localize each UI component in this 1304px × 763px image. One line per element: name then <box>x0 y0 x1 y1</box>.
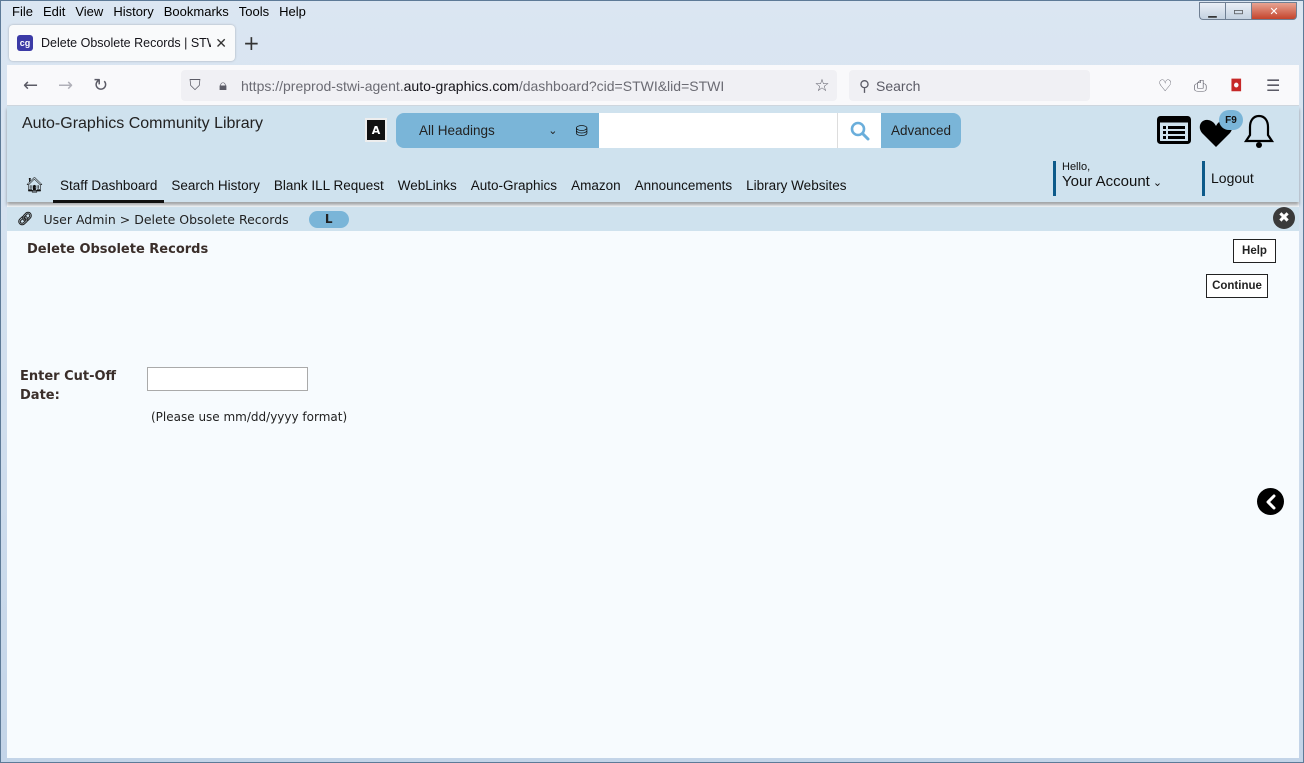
search-scope-value: All Headings <box>419 123 495 138</box>
library-name: Auto-Graphics Community Library <box>22 115 263 132</box>
list-icon[interactable] <box>1157 116 1191 144</box>
magnifier-icon <box>850 121 869 140</box>
main-nav: 🏠︎ Staff Dashboard Search History Blank … <box>23 168 853 203</box>
bell-icon[interactable] <box>1243 114 1275 150</box>
menu-history[interactable]: History <box>108 3 158 21</box>
chevron-left-icon <box>1266 494 1275 509</box>
chevron-down-icon: ⌄ <box>1149 177 1163 189</box>
nav-amazon[interactable]: Amazon <box>564 168 628 202</box>
continue-button[interactable]: Continue <box>1206 274 1268 298</box>
tab-strip: cg Delete Obsolete Records | STWI ✕ + <box>7 25 1299 63</box>
breadcrumb: 🔗︎ User Admin > Delete Obsolete Records … <box>7 207 1299 231</box>
hamburger-menu-icon[interactable]: ☰ <box>1266 76 1280 95</box>
page-title: Delete Obsolete Records <box>27 242 209 257</box>
window-close-button[interactable]: ✕ <box>1251 2 1297 20</box>
url-text[interactable]: https://preprod-stwi-agent.auto-graphics… <box>241 78 807 94</box>
lock-icon[interactable]: 🔒︎ <box>209 77 237 94</box>
collapse-chevron-left-icon[interactable] <box>1257 488 1284 515</box>
url-bar[interactable]: ⛉ 🔒︎ https://preprod-stwi-agent.auto-gra… <box>181 70 837 101</box>
nav-staff-dashboard[interactable]: Staff Dashboard <box>53 168 165 203</box>
menu-tools[interactable]: Tools <box>234 3 274 21</box>
database-icon[interactable]: ⛁ <box>575 122 588 140</box>
search-submit-button[interactable] <box>837 113 881 148</box>
breadcrumb-text: User Admin > Delete Obsolete Records <box>43 211 289 227</box>
maximize-button[interactable]: ▭ <box>1225 2 1251 20</box>
search-icon: ⚲ <box>859 77 870 95</box>
browser-toolbar: ← → ↻ ⛉ 🔒︎ https://preprod-stwi-agent.au… <box>7 65 1299 106</box>
search-scope-select[interactable]: All Headings ⌄ ⛁ <box>396 113 599 148</box>
date-format-hint: (Please use mm/dd/yyyy format) <box>151 410 348 424</box>
f9-badge: F9 <box>1219 110 1243 130</box>
menu-help[interactable]: Help <box>274 3 311 21</box>
browser-window: File Edit View History Bookmarks Tools H… <box>0 0 1304 763</box>
new-tab-icon[interactable]: + <box>243 31 260 55</box>
menu-bookmarks[interactable]: Bookmarks <box>159 3 234 21</box>
catalog-search-input[interactable] <box>599 113 837 148</box>
nav-search-history[interactable]: Search History <box>164 168 267 202</box>
url-path: /dashboard?cid=STWI&lid=STWI <box>518 77 725 94</box>
account-menu[interactable]: Hello, Your Account ⌄ <box>1053 161 1162 196</box>
nav-library-websites[interactable]: Library Websites <box>739 168 853 202</box>
menu-bar: File Edit View History Bookmarks Tools H… <box>7 3 311 21</box>
nav-announcements[interactable]: Announcements <box>628 168 740 202</box>
nav-blank-ill-request[interactable]: Blank ILL Request <box>267 168 391 202</box>
menu-file[interactable]: File <box>7 3 38 21</box>
level-badge[interactable]: L <box>308 210 349 228</box>
cutoff-date-input[interactable] <box>147 367 308 391</box>
print-icon[interactable]: ⎙ <box>1194 76 1207 96</box>
tab-title: Delete Obsolete Records | STWI <box>41 36 212 50</box>
minimize-icon: ▁ <box>1208 4 1217 18</box>
tab-close-icon[interactable]: ✕ <box>215 35 227 52</box>
account-label: Your Account <box>1062 173 1150 190</box>
browser-search-bar[interactable]: ⚲ Search <box>849 70 1090 101</box>
menu-view[interactable]: View <box>70 3 108 21</box>
minimize-button[interactable]: ▁ <box>1199 2 1225 20</box>
app-header: Auto-Graphics Community Library A All He… <box>7 106 1299 203</box>
url-domain: auto-graphics.com <box>403 77 519 94</box>
browser-search-placeholder: Search <box>876 77 921 94</box>
advanced-search-button[interactable]: Advanced <box>881 113 961 148</box>
catalog-search: All Headings ⌄ ⛁ Advanced <box>396 113 961 148</box>
pocket-icon[interactable]: ♡ <box>1158 76 1172 95</box>
account-greeting: Hello, <box>1062 161 1091 173</box>
help-button[interactable]: Help <box>1233 239 1276 263</box>
browser-tab[interactable]: cg Delete Obsolete Records | STWI ✕ <box>9 25 235 61</box>
nav-weblinks[interactable]: WebLinks <box>391 168 464 202</box>
close-icon: ✕ <box>1269 4 1279 18</box>
bookmark-star-icon[interactable]: ☆ <box>807 76 837 96</box>
nav-auto-graphics[interactable]: Auto-Graphics <box>464 168 564 202</box>
chevron-down-icon: ⌄ <box>548 125 558 137</box>
back-arrow-icon[interactable]: ← <box>23 75 38 96</box>
link-icon: 🔗︎ <box>17 211 34 227</box>
window-controls: ▁ ▭ ✕ <box>1199 2 1297 20</box>
shield-icon[interactable]: ⛉ <box>181 77 209 94</box>
mcafee-extension-icon[interactable]: ◘ <box>1230 76 1243 95</box>
app-page: Auto-Graphics Community Library A All He… <box>7 106 1299 758</box>
cutoff-date-label: Enter Cut-Off Date: <box>20 369 117 403</box>
reload-icon[interactable]: ↻ <box>93 75 108 96</box>
translate-icon[interactable]: A <box>365 118 387 142</box>
url-prefix: https://preprod-stwi-agent. <box>241 77 404 94</box>
logout-link[interactable]: Logout <box>1202 161 1254 196</box>
maximize-icon: ▭ <box>1233 4 1244 18</box>
forward-arrow-icon[interactable]: → <box>58 75 73 96</box>
site-favicon-icon: cg <box>17 35 33 51</box>
home-icon[interactable]: 🏠︎ <box>23 176 46 194</box>
menu-edit[interactable]: Edit <box>38 3 70 21</box>
close-panel-icon[interactable]: ✖ <box>1273 207 1295 229</box>
